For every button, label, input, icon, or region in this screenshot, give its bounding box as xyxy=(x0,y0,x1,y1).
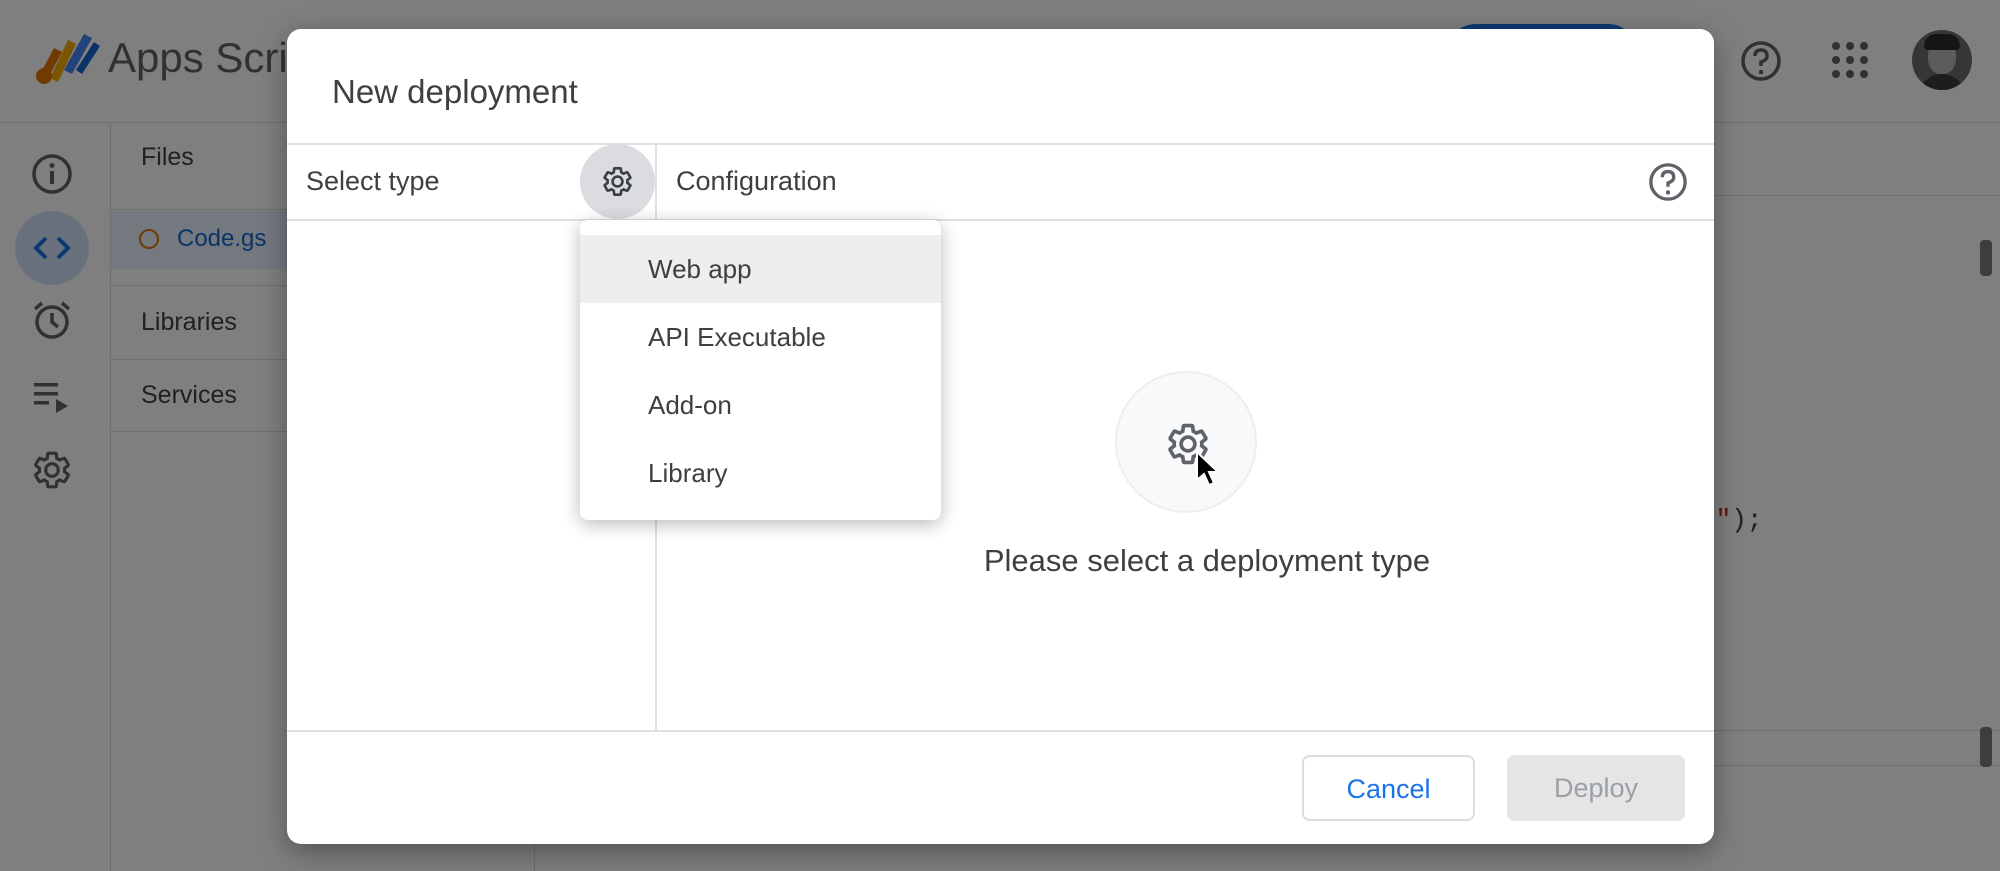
mouse-cursor-icon xyxy=(1196,450,1221,487)
cancel-button[interactable]: Cancel xyxy=(1302,755,1475,821)
help-icon[interactable] xyxy=(1648,162,1688,202)
configuration-label: Configuration xyxy=(676,166,837,196)
deploy-button[interactable]: Deploy xyxy=(1507,755,1685,821)
select-type-label: Select type xyxy=(306,166,440,196)
new-deployment-dialog: New deployment Select type Configuration… xyxy=(287,29,1714,844)
divider xyxy=(287,219,1714,221)
gear-icon xyxy=(603,166,632,197)
divider xyxy=(287,730,1714,732)
menu-item-library[interactable]: Library xyxy=(580,439,941,507)
select-type-button[interactable] xyxy=(580,144,655,219)
deployment-type-placeholder xyxy=(1115,371,1257,513)
menu-item-add-on[interactable]: Add-on xyxy=(580,371,941,439)
divider xyxy=(287,143,1714,145)
deployment-type-menu: Web app API Executable Add-on Library xyxy=(580,220,941,520)
empty-state-message: Please select a deployment type xyxy=(983,543,1431,578)
dialog-title: New deployment xyxy=(332,73,578,110)
menu-item-web-app[interactable]: Web app xyxy=(580,235,941,303)
menu-item-api-executable[interactable]: API Executable xyxy=(580,303,941,371)
